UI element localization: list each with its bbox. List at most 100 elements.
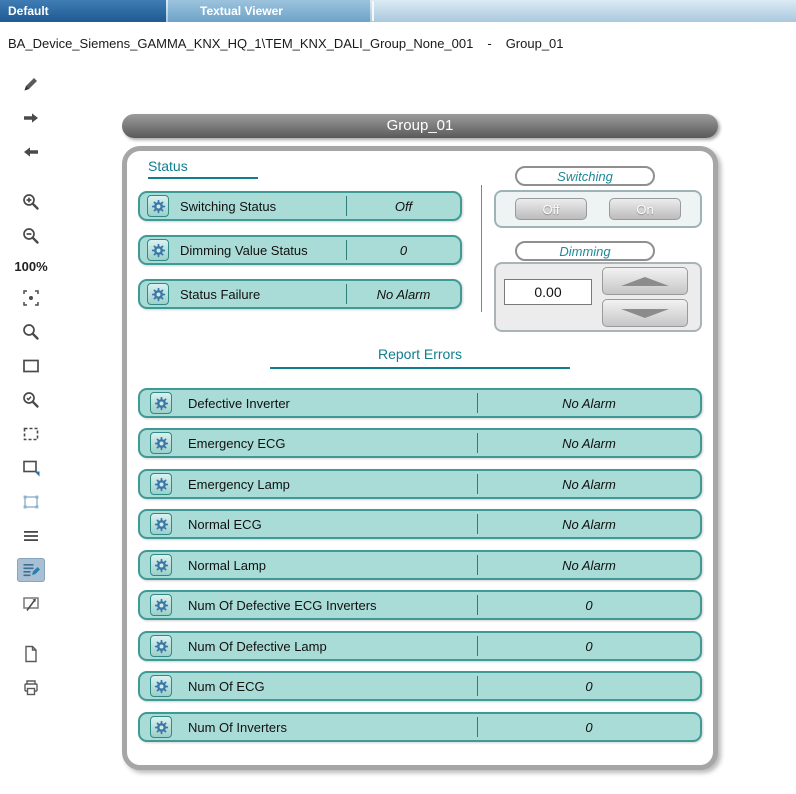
property-gear-button[interactable] (147, 239, 169, 261)
report-row-num-defective-lamp: Num Of Defective Lamp 0 (138, 631, 702, 661)
crop-icon[interactable] (17, 422, 45, 446)
status-row-value: Off (347, 199, 460, 214)
report-row-value: No Alarm (478, 558, 700, 573)
zoom-level-label[interactable]: 100% (14, 258, 47, 276)
menu-lines-icon[interactable] (17, 524, 45, 548)
arrow-down-icon (621, 309, 669, 318)
property-gear-button[interactable] (150, 716, 172, 738)
tab-textual-viewer[interactable]: Textual Viewer (168, 0, 370, 22)
status-row-status-failure: Status Failure No Alarm (138, 279, 462, 309)
center-view-icon[interactable] (17, 286, 45, 310)
report-errors-heading: Report Errors (270, 346, 570, 369)
status-row-switching-status: Switching Status Off (138, 191, 462, 221)
property-gear-button[interactable] (150, 635, 172, 657)
report-row-value: No Alarm (478, 436, 700, 451)
report-row-num-of-ecg: Num Of ECG 0 (138, 671, 702, 701)
property-gear-button[interactable] (150, 432, 172, 454)
gear-icon (151, 243, 166, 258)
status-row-label: Switching Status (180, 199, 346, 214)
status-row-label: Dimming Value Status (180, 243, 346, 258)
property-gear-button[interactable] (150, 513, 172, 535)
frame-handles-icon[interactable] (17, 490, 45, 514)
dimming-increase-button[interactable] (602, 267, 688, 295)
tab-strip: Default Textual Viewer (0, 0, 796, 22)
status-row-label: Status Failure (180, 287, 346, 302)
dimming-value-input[interactable] (504, 279, 592, 305)
report-row-value: 0 (478, 639, 700, 654)
report-row-value: 0 (478, 598, 700, 613)
report-row-value: No Alarm (478, 396, 700, 411)
breadcrumb-path: BA_Device_Siemens_GAMMA_KNX_HQ_1\TEM_KNX… (8, 36, 473, 51)
pen-icon[interactable] (17, 72, 45, 96)
gear-icon (154, 679, 169, 694)
arrow-up-icon (621, 277, 669, 286)
report-row-emergency-lamp: Emergency Lamp No Alarm (138, 469, 702, 499)
zoom-in-icon[interactable] (17, 190, 45, 214)
page-setup-icon[interactable] (17, 642, 45, 666)
zoom-out-icon[interactable] (17, 224, 45, 248)
report-row-label: Num Of Inverters (188, 720, 477, 735)
fit-to-region-icon[interactable] (17, 456, 45, 480)
graphic-viewer-icon[interactable] (17, 592, 45, 616)
property-gear-button[interactable] (150, 473, 172, 495)
breadcrumb-separator: - (487, 36, 491, 51)
report-row-label: Defective Inverter (188, 396, 477, 411)
report-row-defective-inverter: Defective Inverter No Alarm (138, 388, 702, 418)
property-gear-button[interactable] (150, 675, 172, 697)
report-row-label: Num Of ECG (188, 679, 477, 694)
report-row-label: Normal Lamp (188, 558, 477, 573)
property-gear-button[interactable] (150, 594, 172, 616)
property-gear-button[interactable] (150, 392, 172, 414)
tab-separator (372, 1, 374, 21)
report-row-normal-ecg: Normal ECG No Alarm (138, 509, 702, 539)
report-row-value: No Alarm (478, 477, 700, 492)
status-row-value: 0 (347, 243, 460, 258)
group-panel: Status Switching Status Off Dimming Valu… (122, 146, 718, 770)
report-row-num-defective-ecg-inverters: Num Of Defective ECG Inverters 0 (138, 590, 702, 620)
status-switching-divider (481, 185, 482, 312)
gear-icon (154, 477, 169, 492)
report-row-value: No Alarm (478, 517, 700, 532)
property-gear-button[interactable] (147, 283, 169, 305)
report-row-label: Num Of Defective Lamp (188, 639, 477, 654)
group-title-bar: Group_01 (122, 114, 718, 138)
gear-icon (151, 199, 166, 214)
switch-off-button[interactable]: Off (515, 198, 587, 220)
gear-icon (154, 639, 169, 654)
gear-icon (154, 517, 169, 532)
report-row-label: Num Of Defective ECG Inverters (188, 598, 477, 613)
property-gear-button[interactable] (150, 554, 172, 576)
arrow-forward-icon[interactable] (17, 106, 45, 130)
status-row-dimming-value: Dimming Value Status 0 (138, 235, 462, 265)
report-row-value: 0 (478, 679, 700, 694)
dimming-group-label: Dimming (515, 241, 655, 261)
report-row-label: Normal ECG (188, 517, 477, 532)
gear-icon (154, 598, 169, 613)
report-row-normal-lamp: Normal Lamp No Alarm (138, 550, 702, 580)
gear-icon (154, 396, 169, 411)
status-heading: Status (148, 158, 258, 179)
breadcrumb-current: Group_01 (506, 36, 564, 51)
gear-icon (154, 558, 169, 573)
toolbar-sidebar: 100% (0, 72, 62, 700)
magnifier-icon[interactable] (17, 320, 45, 344)
status-row-value: No Alarm (347, 287, 460, 302)
gear-icon (154, 720, 169, 735)
dimming-decrease-button[interactable] (602, 299, 688, 327)
switching-group-label: Switching (515, 166, 655, 186)
tab-default[interactable]: Default (0, 0, 166, 22)
textual-viewer-icon[interactable] (17, 558, 45, 582)
report-row-emergency-ecg: Emergency ECG No Alarm (138, 428, 702, 458)
marquee-zoom-icon[interactable] (17, 354, 45, 378)
print-icon[interactable] (17, 676, 45, 700)
report-row-label: Emergency ECG (188, 436, 477, 451)
switch-on-button[interactable]: On (609, 198, 681, 220)
property-gear-button[interactable] (147, 195, 169, 217)
gear-icon (151, 287, 166, 302)
zoom-selection-icon[interactable] (17, 388, 45, 412)
report-row-value: 0 (478, 720, 700, 735)
switching-button-group: Off On (494, 190, 702, 228)
breadcrumb: BA_Device_Siemens_GAMMA_KNX_HQ_1\TEM_KNX… (8, 36, 564, 51)
arrow-back-icon[interactable] (17, 140, 45, 164)
report-row-label: Emergency Lamp (188, 477, 477, 492)
